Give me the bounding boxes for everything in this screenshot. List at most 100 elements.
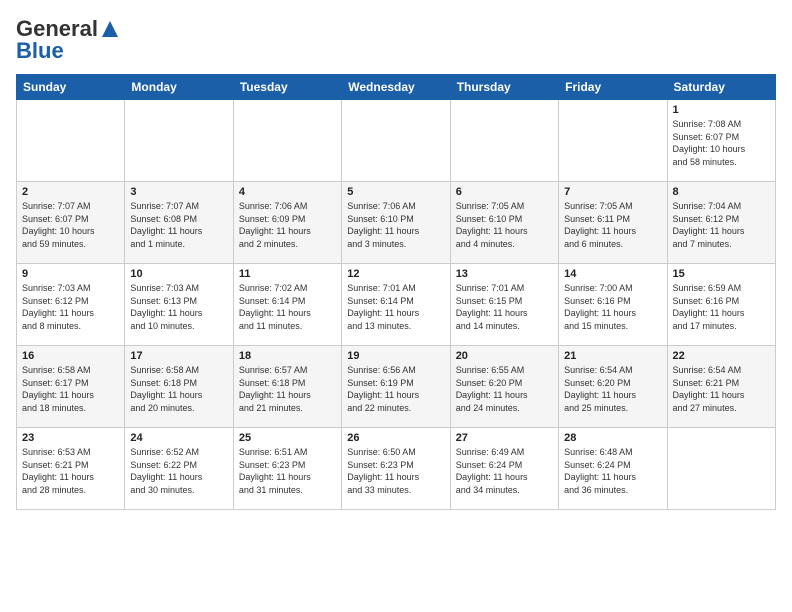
day-info: Sunrise: 7:05 AM Sunset: 6:11 PM Dayligh…	[564, 200, 661, 250]
day-info: Sunrise: 7:02 AM Sunset: 6:14 PM Dayligh…	[239, 282, 336, 332]
day-number: 26	[347, 432, 444, 444]
day-cell: 13Sunrise: 7:01 AM Sunset: 6:15 PM Dayli…	[450, 264, 558, 346]
header-monday: Monday	[125, 75, 233, 100]
day-number: 20	[456, 350, 553, 362]
day-cell: 26 Sunrise: 6:50 AM Sunset: 6:23 PM Dayli…	[342, 428, 450, 510]
day-cell: 8Sunrise: 7:04 AM Sunset: 6:12 PM Daylig…	[667, 182, 775, 264]
day-number: 3	[130, 186, 227, 198]
day-info: Sunrise: 7:07 AM Sunset: 6:07 PM Dayligh…	[22, 200, 119, 250]
day-info: Sunrise: 7:06 AM Sunset: 6:10 PM Dayligh…	[347, 200, 444, 250]
day-cell: 24Sunrise: 6:52 AM Sunset: 6:22 PM Dayli…	[125, 428, 233, 510]
day-number: 18	[239, 350, 336, 362]
day-info: Sunrise: 6:58 AM Sunset: 6:17 PM Dayligh…	[22, 364, 119, 414]
day-cell: 11 Sunrise: 7:02 AM Sunset: 6:14 PM Dayli…	[233, 264, 341, 346]
day-number: 27	[456, 432, 553, 444]
day-cell	[559, 100, 667, 182]
day-info: Sunrise: 6:49 AM Sunset: 6:24 PM Dayligh…	[456, 446, 553, 496]
logo: General Blue	[16, 16, 120, 64]
day-number: 24	[130, 432, 227, 444]
day-info: Sunrise: 6:59 AM Sunset: 6:16 PM Dayligh…	[673, 282, 770, 332]
day-number: 10	[130, 268, 227, 280]
day-number: 17	[130, 350, 227, 362]
day-cell: 12 Sunrise: 7:01 AM Sunset: 6:14 PM Dayli…	[342, 264, 450, 346]
day-number: 1	[673, 104, 770, 116]
day-number: 19	[347, 350, 444, 362]
week-row-5: 23 Sunrise: 6:53 AM Sunset: 6:21 PM Dayli…	[17, 428, 776, 510]
day-number: 15	[673, 268, 770, 280]
day-number: 5	[347, 186, 444, 198]
day-cell	[667, 428, 775, 510]
day-info: Sunrise: 7:06 AM Sunset: 6:09 PM Dayligh…	[239, 200, 336, 250]
header-wednesday: Wednesday	[342, 75, 450, 100]
day-cell: 9 Sunrise: 7:03 AM Sunset: 6:12 PM Daylig…	[17, 264, 125, 346]
day-cell: 25 Sunrise: 6:51 AM Sunset: 6:23 PM Dayli…	[233, 428, 341, 510]
day-cell: 1 Sunrise: 7:08 AM Sunset: 6:07 PM Daylig…	[667, 100, 775, 182]
day-info: Sunrise: 7:07 AM Sunset: 6:08 PM Dayligh…	[130, 200, 227, 250]
calendar-header-row: SundayMondayTuesdayWednesdayThursdayFrid…	[17, 75, 776, 100]
page: General Blue SundayMondayTuesdayWednesda…	[0, 0, 792, 612]
header-saturday: Saturday	[667, 75, 775, 100]
day-cell: 21 Sunrise: 6:54 AM Sunset: 6:20 PM Dayli…	[559, 346, 667, 428]
week-row-3: 9 Sunrise: 7:03 AM Sunset: 6:12 PM Daylig…	[17, 264, 776, 346]
day-number: 23	[22, 432, 119, 444]
day-cell: 28 Sunrise: 6:48 AM Sunset: 6:24 PM Dayli…	[559, 428, 667, 510]
day-info: Sunrise: 6:58 AM Sunset: 6:18 PM Dayligh…	[130, 364, 227, 414]
day-info: Sunrise: 7:03 AM Sunset: 6:13 PM Dayligh…	[130, 282, 227, 332]
day-cell: 20 Sunrise: 6:55 AM Sunset: 6:20 PM Dayli…	[450, 346, 558, 428]
header-tuesday: Tuesday	[233, 75, 341, 100]
day-info: Sunrise: 7:08 AM Sunset: 6:07 PM Dayligh…	[673, 118, 770, 168]
day-cell: 6Sunrise: 7:05 AM Sunset: 6:10 PM Daylig…	[450, 182, 558, 264]
day-info: Sunrise: 6:54 AM Sunset: 6:20 PM Dayligh…	[564, 364, 661, 414]
day-number: 2	[22, 186, 119, 198]
header-friday: Friday	[559, 75, 667, 100]
day-cell: 4 Sunrise: 7:06 AM Sunset: 6:09 PM Daylig…	[233, 182, 341, 264]
header-sunday: Sunday	[17, 75, 125, 100]
day-number: 21	[564, 350, 661, 362]
week-row-2: 2 Sunrise: 7:07 AM Sunset: 6:07 PM Daylig…	[17, 182, 776, 264]
calendar-table: SundayMondayTuesdayWednesdayThursdayFrid…	[16, 74, 776, 510]
day-cell	[17, 100, 125, 182]
day-number: 28	[564, 432, 661, 444]
header-thursday: Thursday	[450, 75, 558, 100]
week-row-4: 16 Sunrise: 6:58 AM Sunset: 6:17 PM Dayli…	[17, 346, 776, 428]
logo-icon	[100, 19, 120, 39]
day-cell: 5 Sunrise: 7:06 AM Sunset: 6:10 PM Daylig…	[342, 182, 450, 264]
day-info: Sunrise: 7:03 AM Sunset: 6:12 PM Dayligh…	[22, 282, 119, 332]
day-cell: 15 Sunrise: 6:59 AM Sunset: 6:16 PM Dayli…	[667, 264, 775, 346]
day-info: Sunrise: 6:53 AM Sunset: 6:21 PM Dayligh…	[22, 446, 119, 496]
day-cell: 22 Sunrise: 6:54 AM Sunset: 6:21 PM Dayli…	[667, 346, 775, 428]
day-cell: 17 Sunrise: 6:58 AM Sunset: 6:18 PM Dayli…	[125, 346, 233, 428]
day-cell: 16 Sunrise: 6:58 AM Sunset: 6:17 PM Dayli…	[17, 346, 125, 428]
header: General Blue	[16, 16, 776, 64]
day-cell: 7 Sunrise: 7:05 AM Sunset: 6:11 PM Daylig…	[559, 182, 667, 264]
day-cell: 3 Sunrise: 7:07 AM Sunset: 6:08 PM Daylig…	[125, 182, 233, 264]
day-info: Sunrise: 6:57 AM Sunset: 6:18 PM Dayligh…	[239, 364, 336, 414]
week-row-1: 1 Sunrise: 7:08 AM Sunset: 6:07 PM Daylig…	[17, 100, 776, 182]
day-number: 4	[239, 186, 336, 198]
day-number: 9	[22, 268, 119, 280]
logo-blue: Blue	[16, 38, 64, 64]
day-number: 22	[673, 350, 770, 362]
day-cell: 27 Sunrise: 6:49 AM Sunset: 6:24 PM Dayli…	[450, 428, 558, 510]
day-info: Sunrise: 6:50 AM Sunset: 6:23 PM Dayligh…	[347, 446, 444, 496]
day-number: 12	[347, 268, 444, 280]
day-info: Sunrise: 7:01 AM Sunset: 6:14 PM Dayligh…	[347, 282, 444, 332]
day-info: Sunrise: 7:01 AM Sunset: 6:15 PM Dayligh…	[456, 282, 553, 332]
day-number: 11	[239, 268, 336, 280]
day-cell: 23 Sunrise: 6:53 AM Sunset: 6:21 PM Dayli…	[17, 428, 125, 510]
day-cell: 14Sunrise: 7:00 AM Sunset: 6:16 PM Dayli…	[559, 264, 667, 346]
day-info: Sunrise: 6:56 AM Sunset: 6:19 PM Dayligh…	[347, 364, 444, 414]
day-cell: 2 Sunrise: 7:07 AM Sunset: 6:07 PM Daylig…	[17, 182, 125, 264]
day-info: Sunrise: 7:05 AM Sunset: 6:10 PM Dayligh…	[456, 200, 553, 250]
day-cell	[125, 100, 233, 182]
day-cell	[233, 100, 341, 182]
day-cell: 19 Sunrise: 6:56 AM Sunset: 6:19 PM Dayli…	[342, 346, 450, 428]
day-number: 7	[564, 186, 661, 198]
day-number: 25	[239, 432, 336, 444]
day-info: Sunrise: 7:04 AM Sunset: 6:12 PM Dayligh…	[673, 200, 770, 250]
day-info: Sunrise: 6:55 AM Sunset: 6:20 PM Dayligh…	[456, 364, 553, 414]
day-info: Sunrise: 6:51 AM Sunset: 6:23 PM Dayligh…	[239, 446, 336, 496]
day-info: Sunrise: 6:48 AM Sunset: 6:24 PM Dayligh…	[564, 446, 661, 496]
day-info: Sunrise: 6:54 AM Sunset: 6:21 PM Dayligh…	[673, 364, 770, 414]
day-number: 16	[22, 350, 119, 362]
